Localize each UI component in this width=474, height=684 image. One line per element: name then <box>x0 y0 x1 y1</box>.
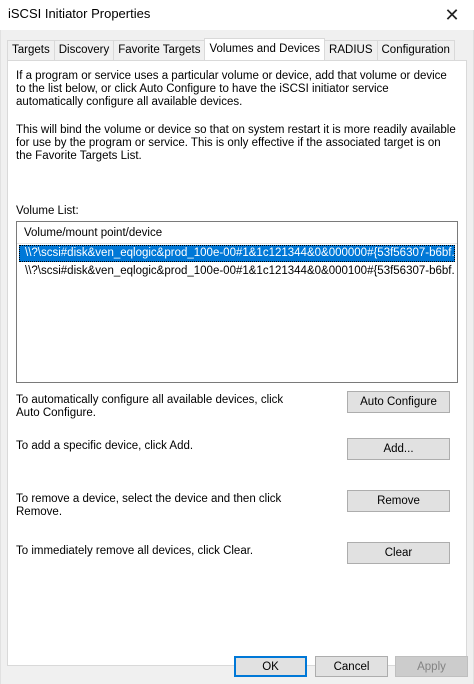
list-item[interactable]: \\?\scsi#disk&ven_eqlogic&prod_100e-00#1… <box>19 263 455 280</box>
tab-configuration[interactable]: Configuration <box>376 40 455 60</box>
dialog-body: Targets Discovery Favorite Targets Volum… <box>0 30 474 684</box>
tab-strip: Targets Discovery Favorite Targets Volum… <box>7 38 455 60</box>
bind-note-text: This will bind the volume or device so t… <box>16 124 456 162</box>
add-text: To add a specific device, click Add. <box>16 440 194 452</box>
window-title: iSCSI Initiator Properties <box>8 6 151 21</box>
add-button[interactable]: Add... <box>347 438 450 460</box>
cancel-button[interactable]: Cancel <box>315 656 388 677</box>
close-icon[interactable]: ✕ <box>430 0 474 30</box>
auto-configure-text: To automatically configure all available… <box>16 394 284 419</box>
list-column-header[interactable]: Volume/mount point/device <box>17 222 457 244</box>
tab-favorite-targets[interactable]: Favorite Targets <box>113 40 206 60</box>
tab-volumes-and-devices[interactable]: Volumes and Devices <box>204 38 326 60</box>
title-bar: iSCSI Initiator Properties ✕ <box>0 0 474 30</box>
tab-discovery[interactable]: Discovery <box>53 40 115 60</box>
ok-button[interactable]: OK <box>234 656 307 677</box>
intro-text: If a program or service uses a particula… <box>16 70 447 108</box>
list-item[interactable]: \\?\scsi#disk&ven_eqlogic&prod_100e-00#1… <box>19 245 455 262</box>
volume-list-label: Volume List: <box>16 205 79 217</box>
tab-targets[interactable]: Targets <box>7 40 55 60</box>
volumes-panel: If a program or service uses a particula… <box>7 60 467 666</box>
clear-button[interactable]: Clear <box>347 542 450 564</box>
auto-configure-button[interactable]: Auto Configure <box>347 391 450 413</box>
remove-button[interactable]: Remove <box>347 490 450 512</box>
tab-radius[interactable]: RADIUS <box>324 40 378 60</box>
volume-list[interactable]: Volume/mount point/device \\?\scsi#disk&… <box>16 221 458 383</box>
apply-button[interactable]: Apply <box>395 656 468 677</box>
remove-text: To remove a device, select the device an… <box>16 493 282 518</box>
clear-text: To immediately remove all devices, click… <box>16 545 254 557</box>
